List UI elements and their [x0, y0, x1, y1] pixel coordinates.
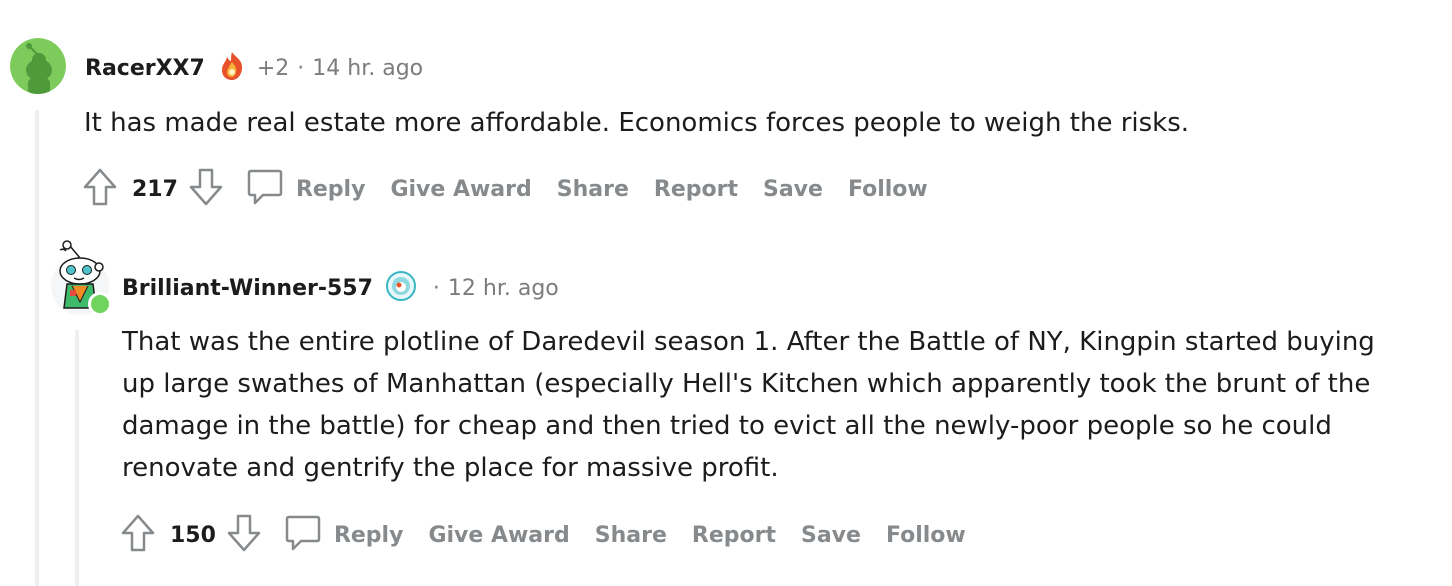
- comment-body-line: up large swathes of Manhattan (especiall…: [122, 369, 1371, 399]
- reply-button[interactable]: Reply: [296, 177, 366, 202]
- thread-line-root[interactable]: [35, 110, 39, 586]
- give-award-button[interactable]: Give Award: [428, 523, 569, 548]
- extra-flair-count[interactable]: +2: [257, 56, 289, 81]
- action-bar: 217 Reply Give Award Share Report Save F…: [82, 168, 928, 210]
- comment-body-line: renovate and gentrify the place for mass…: [122, 453, 779, 483]
- reply-bubble-icon[interactable]: [246, 167, 284, 211]
- vote-score: 150: [170, 522, 216, 548]
- comment-body-line: That was the entire plotline of Daredevi…: [122, 327, 1375, 357]
- meta-separator: ·: [432, 275, 440, 301]
- reply-bubble-icon[interactable]: [284, 513, 322, 557]
- username[interactable]: RacerXX7: [85, 56, 205, 81]
- share-button[interactable]: Share: [557, 177, 629, 202]
- follow-button[interactable]: Follow: [848, 177, 928, 202]
- downvote-icon[interactable]: [226, 513, 262, 557]
- upvote-icon[interactable]: [120, 513, 156, 557]
- report-button[interactable]: Report: [654, 177, 738, 202]
- snoo-badge-icon: [385, 270, 417, 306]
- meta-separator: ·: [297, 55, 305, 81]
- avatar[interactable]: [50, 238, 112, 318]
- username[interactable]: Brilliant-Winner-557: [122, 276, 373, 301]
- vote-score: 217: [132, 176, 178, 202]
- fire-badge-icon: [217, 50, 247, 86]
- comment-body: That was the entire plotline of Daredevi…: [122, 321, 1375, 489]
- give-award-button[interactable]: Give Award: [390, 177, 531, 202]
- downvote-icon[interactable]: [188, 167, 224, 211]
- upvote-icon[interactable]: [82, 167, 118, 211]
- comment-body-line: damage in the battle) for cheap and then…: [122, 411, 1332, 441]
- reply-button[interactable]: Reply: [334, 523, 404, 548]
- comment-body: It has made real estate more affordable.…: [84, 108, 1190, 138]
- comment-meta: RacerXX7 +2 · 14 hr. ago: [85, 52, 423, 84]
- follow-button[interactable]: Follow: [886, 523, 966, 548]
- online-status-dot: [88, 292, 112, 316]
- avatar[interactable]: [10, 38, 66, 94]
- timestamp[interactable]: 12 hr. ago: [448, 276, 559, 301]
- save-button[interactable]: Save: [763, 177, 823, 202]
- action-bar: 150 Reply Give Award Share Report Save F…: [120, 514, 966, 556]
- comment-meta: Brilliant-Winner-557 · 12 hr. ago: [122, 271, 559, 305]
- timestamp[interactable]: 14 hr. ago: [312, 56, 423, 81]
- thread-line-reply[interactable]: [75, 330, 79, 586]
- save-button[interactable]: Save: [801, 523, 861, 548]
- report-button[interactable]: Report: [692, 523, 776, 548]
- share-button[interactable]: Share: [595, 523, 667, 548]
- snoo-avatar-icon: [10, 38, 66, 94]
